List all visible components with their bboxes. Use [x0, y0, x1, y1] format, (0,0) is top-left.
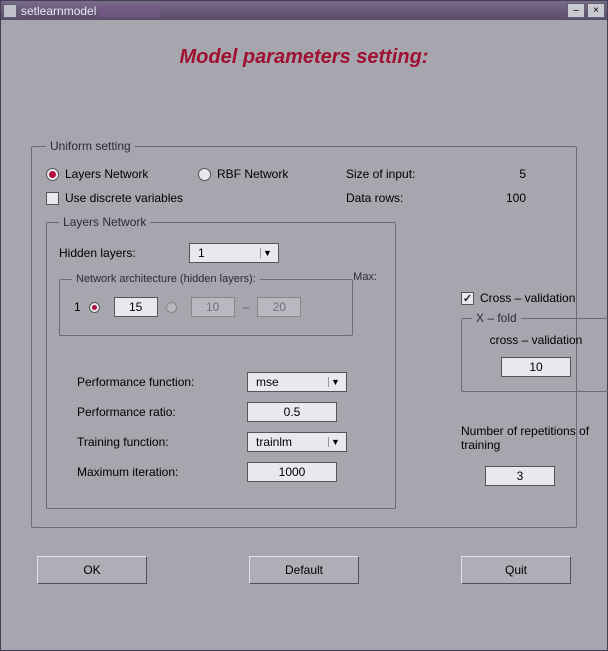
uniform-legend: Uniform setting	[46, 139, 135, 153]
hidden-layers-label: Hidden layers:	[59, 246, 189, 260]
arch-one-label: 1	[74, 300, 81, 314]
chevron-down-icon: ▼	[328, 377, 342, 387]
arch-field-2: 10	[191, 297, 235, 317]
app-icon	[3, 4, 17, 18]
radio-icon	[198, 168, 211, 181]
radio-icon	[46, 168, 59, 181]
arch-mode2-radio[interactable]	[166, 302, 177, 313]
perf-func-select[interactable]: mse ▼	[247, 372, 347, 392]
performance-block: Performance function: mse ▼ Performance …	[77, 372, 383, 482]
arch-field-1[interactable]: 15	[114, 297, 158, 317]
train-func-value: trainlm	[256, 435, 292, 449]
right-column: Cross – validation X – fold cross – vali…	[461, 167, 608, 486]
hidden-layers-value: 1	[198, 246, 205, 260]
xfold-input[interactable]: 10	[501, 357, 571, 377]
titlebar-decoration	[100, 5, 160, 17]
xfold-legend: X – fold	[472, 311, 521, 325]
max-label: Max:	[353, 271, 377, 283]
arch-field-3: 20	[257, 297, 301, 317]
data-rows-label: Data rows:	[346, 191, 476, 205]
layers-network-label: Layers Network	[65, 167, 148, 181]
perf-ratio-label: Performance ratio:	[77, 405, 247, 419]
close-button[interactable]: ×	[587, 3, 605, 18]
chevron-down-icon: ▼	[260, 248, 274, 258]
minimize-button[interactable]: –	[567, 3, 585, 18]
rbf-network-radio[interactable]: RBF Network	[198, 167, 326, 181]
repetitions-label: Number of repetitions of training	[461, 424, 608, 452]
use-discrete-label: Use discrete variables	[65, 191, 183, 205]
xfold-group: X – fold cross – validation 10	[461, 311, 608, 392]
repetitions-block: Number of repetitions of training 3	[461, 424, 608, 486]
architecture-legend: Network architecture (hidden layers):	[72, 273, 260, 285]
content-area: Model parameters setting: Uniform settin…	[1, 20, 607, 650]
quit-button[interactable]: Quit	[461, 556, 571, 584]
cross-validation-label: Cross – validation	[480, 291, 575, 305]
page-title: Model parameters setting:	[31, 46, 577, 69]
rbf-network-label: RBF Network	[217, 167, 288, 181]
use-discrete-checkbox[interactable]: Use discrete variables	[46, 191, 183, 205]
layers-network-radio[interactable]: Layers Network	[46, 167, 174, 181]
train-func-select[interactable]: trainlm ▼	[247, 432, 347, 452]
chevron-down-icon: ▼	[328, 437, 342, 447]
layers-network-group: Layers Network Hidden layers: 1 ▼ Networ…	[46, 215, 396, 509]
default-button[interactable]: Default	[249, 556, 359, 584]
titlebar[interactable]: setlearnmodel – ×	[1, 1, 607, 20]
repetitions-input[interactable]: 3	[485, 466, 555, 486]
architecture-group: Network architecture (hidden layers): 1 …	[59, 273, 353, 336]
perf-func-value: mse	[256, 375, 279, 389]
xfold-body-label: cross – validation	[472, 333, 600, 347]
layers-legend: Layers Network	[59, 215, 150, 229]
hidden-layers-select[interactable]: 1 ▼	[189, 243, 279, 263]
close-icon: ×	[593, 6, 599, 16]
train-func-label: Training function:	[77, 435, 247, 449]
cross-validation-checkbox[interactable]: Cross – validation	[461, 291, 608, 305]
perf-ratio-input[interactable]: 0.5	[247, 402, 337, 422]
button-row: OK Default Quit	[31, 556, 577, 584]
checkbox-icon	[461, 292, 474, 305]
uniform-setting-group: Uniform setting Layers Network RBF Netwo…	[31, 139, 577, 528]
window-title: setlearnmodel	[21, 4, 96, 18]
max-iter-label: Maximum iteration:	[77, 465, 247, 479]
arch-mode1-radio[interactable]	[89, 302, 100, 313]
perf-func-label: Performance function:	[77, 375, 247, 389]
checkbox-icon	[46, 192, 59, 205]
app-window: setlearnmodel – × Model parameters setti…	[0, 0, 608, 651]
minimize-icon: –	[573, 6, 579, 16]
max-iter-input[interactable]: 1000	[247, 462, 337, 482]
ok-button[interactable]: OK	[37, 556, 147, 584]
size-of-input-label: Size of input:	[346, 167, 476, 181]
dash-label: –	[243, 300, 250, 314]
